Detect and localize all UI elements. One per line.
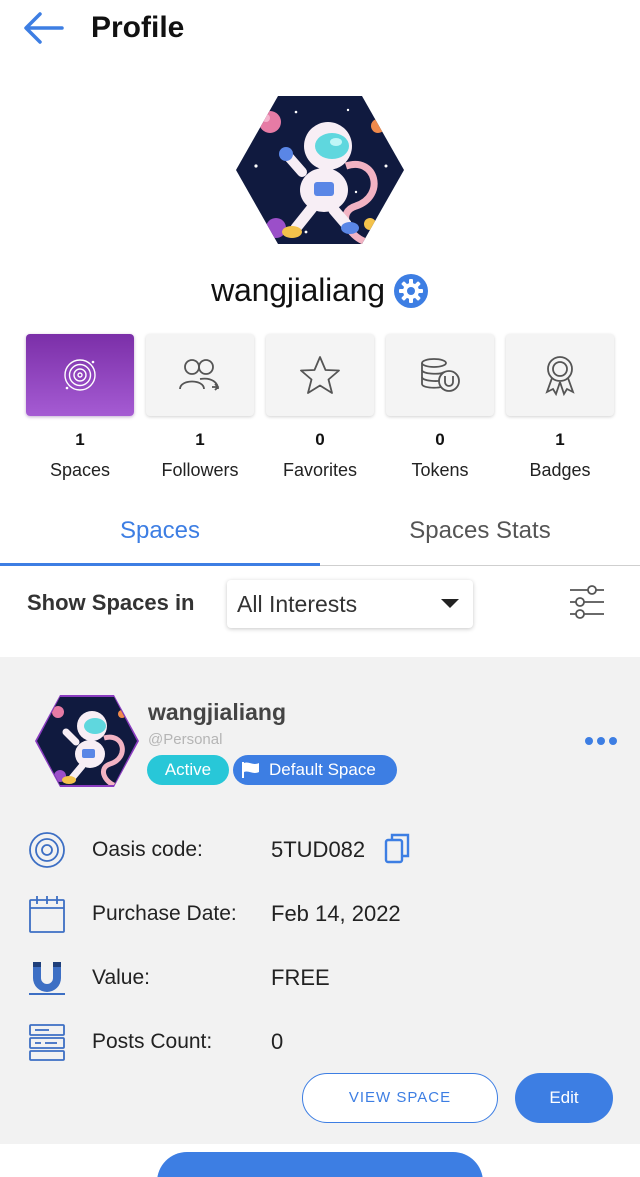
tab-spaces[interactable]: Spaces xyxy=(0,506,320,566)
magnet-icon xyxy=(29,962,65,995)
profile-avatar[interactable] xyxy=(236,96,404,244)
stat-tile-followers[interactable] xyxy=(146,334,254,416)
stat-count-badges: 1 xyxy=(555,430,565,449)
star-icon xyxy=(300,356,340,394)
posts-count-value: 0 xyxy=(271,1029,284,1054)
calendar-icon xyxy=(29,896,65,933)
tab-spaces-stats[interactable]: Spaces Stats xyxy=(320,506,640,566)
purchase-date-label: Purchase Date: xyxy=(92,902,237,925)
back-arrow-icon[interactable] xyxy=(22,10,64,46)
profile-username: wangjialiang xyxy=(211,272,385,308)
stat-tile-tokens[interactable] xyxy=(386,334,494,416)
badge-icon xyxy=(545,356,575,396)
tokens-icon xyxy=(421,358,460,392)
info-row-purchase-date: Purchase Date: Feb 14, 2022 xyxy=(0,892,640,936)
stat-label-spaces: Spaces xyxy=(49,460,111,480)
stat-count-spaces: 1 xyxy=(75,430,85,449)
username-row: wangjialiang xyxy=(0,272,640,309)
stat-count-favorites: 0 xyxy=(315,430,325,449)
stat-label-favorites: Favorites xyxy=(282,460,358,480)
filter-row: Show Spaces in All Interests xyxy=(0,578,640,630)
stat-count-tokens: 0 xyxy=(435,430,445,449)
info-row-value: Value: FREE xyxy=(0,956,640,1000)
space-avatar[interactable] xyxy=(34,694,140,788)
stat-favorites[interactable]: 0 Favorites xyxy=(266,334,374,484)
more-options-icon[interactable] xyxy=(584,734,618,748)
value-value: FREE xyxy=(271,965,330,990)
value-label: Value: xyxy=(92,966,150,989)
stat-label-followers: Followers xyxy=(161,460,239,480)
stat-tile-spaces[interactable] xyxy=(26,334,134,416)
stat-tile-badges[interactable] xyxy=(506,334,614,416)
interests-select[interactable]: All Interests xyxy=(227,580,473,628)
page-title: Profile xyxy=(91,11,185,44)
bottom-action-button[interactable] xyxy=(157,1152,483,1177)
stat-tokens[interactable]: 0 Tokens xyxy=(386,334,494,484)
followers-icon xyxy=(179,359,220,391)
profile-stats: 1 Spaces 1 Followers 0 Favorites 0 Token… xyxy=(0,334,640,484)
space-name: wangjialiang xyxy=(148,699,287,725)
interests-select-value: All Interests xyxy=(237,591,358,617)
app-header: Profile xyxy=(0,0,640,56)
edit-button[interactable]: Edit xyxy=(515,1073,613,1123)
stat-count-followers: 1 xyxy=(195,430,205,449)
posts-icon xyxy=(29,1024,65,1061)
space-handle: @Personal xyxy=(148,731,223,748)
stat-spaces[interactable]: 1 Spaces xyxy=(26,334,134,484)
oasis-code-value: 5TUD082 xyxy=(271,837,366,862)
stat-followers[interactable]: 1 Followers xyxy=(146,334,254,484)
copy-icon[interactable] xyxy=(384,832,410,864)
info-row-posts-count: Posts Count: 0 xyxy=(0,1020,640,1064)
default-space-badge[interactable]: Default Space xyxy=(233,755,397,785)
space-card: wangjialiang @Personal Active Default Sp… xyxy=(0,657,640,1144)
sliders-icon[interactable] xyxy=(568,584,606,620)
settings-badge-icon[interactable] xyxy=(393,273,429,309)
oasis-icon xyxy=(29,832,65,868)
stat-label-tokens: Tokens xyxy=(411,460,469,480)
caret-down-icon xyxy=(441,599,459,608)
tab-bar: Spaces Spaces Stats xyxy=(0,506,640,566)
stat-tile-favorites[interactable] xyxy=(266,334,374,416)
stat-label-badges: Badges xyxy=(529,460,591,480)
stat-badges[interactable]: 1 Badges xyxy=(506,334,614,484)
oasis-code-label: Oasis code: xyxy=(92,838,203,861)
filter-label: Show Spaces in xyxy=(27,590,195,615)
space-icon xyxy=(64,359,96,391)
default-space-label: Default Space xyxy=(269,760,376,779)
status-badge: Active xyxy=(147,755,229,785)
flag-icon xyxy=(242,762,259,778)
purchase-date-value: Feb 14, 2022 xyxy=(271,901,401,926)
view-space-button[interactable]: VIEW SPACE xyxy=(302,1073,498,1123)
info-row-oasis-code: Oasis code: 5TUD082 xyxy=(0,828,640,872)
posts-count-label: Posts Count: xyxy=(92,1030,213,1053)
tab-indicator xyxy=(0,563,320,566)
